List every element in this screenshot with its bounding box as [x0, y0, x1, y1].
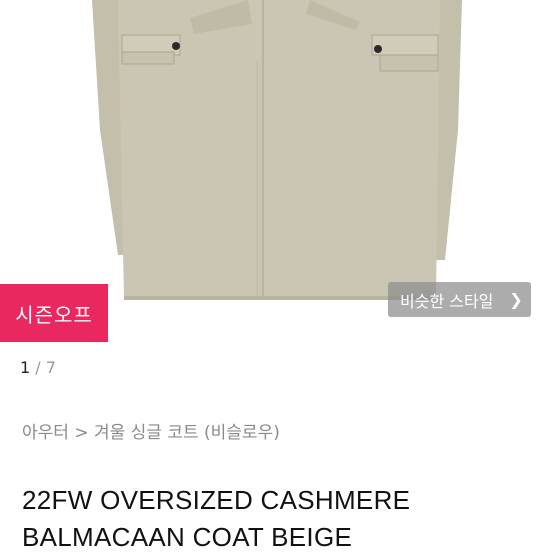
category-breadcrumb[interactable]: 아우터 > 겨울 싱글 코트 (비슬로우) [22, 418, 280, 443]
product-title-line1: 22FW OVERSIZED CASHMERE [22, 485, 411, 516]
chevron-right-icon: ❯ [509, 290, 523, 309]
product-title: 22FW OVERSIZED CASHMERE BALMACAAN COAT B… [22, 482, 542, 556]
similar-style-button[interactable]: 비슷한 스타일 ❯ [388, 282, 531, 317]
season-off-badge: 시즌오프 [0, 284, 108, 342]
product-title-line2: BALMACAAN COAT BEIGE [22, 522, 353, 553]
pagination-total: 7 [45, 358, 56, 377]
pagination-separator: / [35, 358, 41, 377]
image-pagination: 1 / 7 [20, 358, 56, 377]
pagination-current: 1 [20, 358, 31, 377]
season-off-label: 시즌오프 [15, 302, 93, 327]
similar-style-label: 비슷한 스타일 [400, 291, 494, 311]
